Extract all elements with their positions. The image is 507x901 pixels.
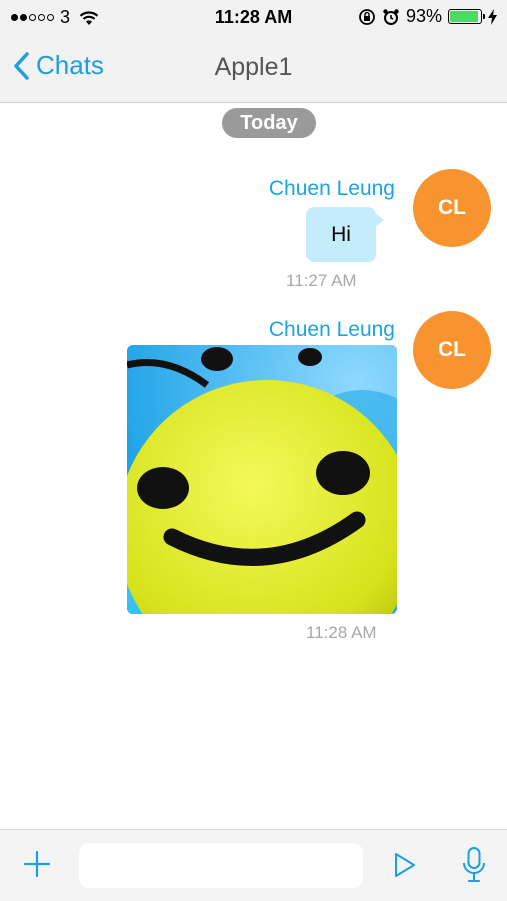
charging-bolt-icon (488, 8, 497, 25)
battery-icon (448, 9, 485, 24)
plus-icon[interactable] (22, 849, 52, 879)
conversation-title: Apple1 (214, 53, 293, 81)
send-icon[interactable] (390, 850, 420, 880)
battery-percent: 93% (405, 6, 442, 26)
alarm-icon (383, 8, 399, 25)
message-input[interactable] (79, 843, 363, 888)
navigation-bar: Chats Apple1 (0, 34, 507, 103)
smiley-image (127, 345, 397, 614)
input-bar (0, 829, 507, 901)
message-timestamp: 11:28 AM (306, 623, 377, 642)
message-bubble[interactable]: Hi (306, 207, 376, 262)
avatar[interactable]: CL (413, 311, 491, 389)
message-timestamp: 11:27 AM (286, 271, 357, 290)
sender-name: Chuen Leung (268, 177, 395, 200)
rotation-lock-icon (359, 8, 375, 25)
status-bar: 3 11:28 AM 93% (0, 0, 507, 34)
microphone-icon[interactable] (460, 846, 488, 884)
sender-name: Chuen Leung (268, 318, 395, 341)
date-divider: Today (222, 108, 316, 138)
avatar[interactable]: CL (413, 169, 491, 247)
status-right-group: 93% (358, 6, 497, 27)
image-message[interactable] (127, 345, 397, 614)
bubble-tail (374, 212, 384, 228)
